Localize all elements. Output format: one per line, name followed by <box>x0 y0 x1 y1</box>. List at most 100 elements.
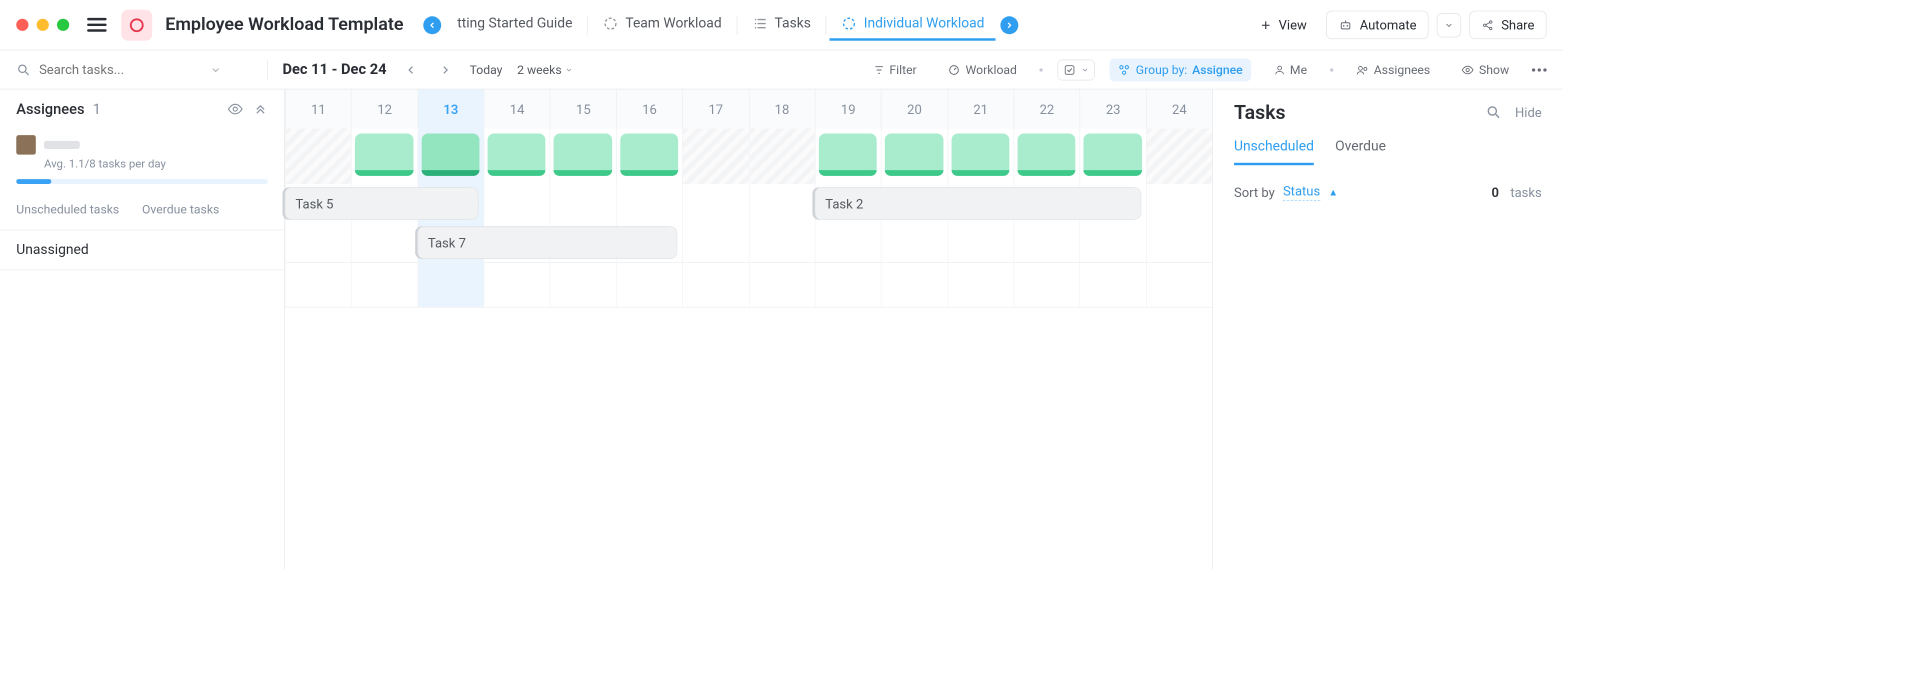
share-label: Share <box>1501 17 1534 32</box>
workload-block[interactable] <box>355 133 413 175</box>
tab-getting-started[interactable]: tting Started Guide <box>446 9 584 41</box>
workload-block[interactable] <box>1084 133 1142 175</box>
share-icon <box>1482 18 1495 31</box>
workload-block[interactable] <box>488 133 546 175</box>
hide-panel-button[interactable]: Hide <box>1515 105 1542 120</box>
show-button[interactable]: Show <box>1453 58 1517 81</box>
day-column[interactable]: 19 <box>815 90 881 129</box>
tab-overdue[interactable]: Overdue <box>1335 138 1386 165</box>
group-by-label: Group by: <box>1136 62 1187 77</box>
me-button[interactable]: Me <box>1265 58 1315 81</box>
view-label: View <box>1279 17 1307 32</box>
workload-label: Workload <box>966 62 1017 77</box>
dot-separator <box>1330 68 1333 71</box>
date-range[interactable]: Dec 11 - Dec 24 <box>282 61 386 78</box>
group-by-chip[interactable]: Group by: Assignee <box>1110 58 1251 81</box>
me-label: Me <box>1290 62 1307 77</box>
automate-label: Automate <box>1360 17 1417 32</box>
workload-button[interactable]: Workload <box>939 58 1025 81</box>
day-column[interactable]: 16 <box>616 90 682 129</box>
day-column[interactable]: 17 <box>682 90 748 129</box>
tab-team-workload[interactable]: Team Workload <box>591 9 733 41</box>
workload-block[interactable] <box>951 133 1009 175</box>
sort-by-label: Sort by <box>1234 184 1275 199</box>
day-column[interactable]: 12 <box>351 90 417 129</box>
workload-block[interactable] <box>421 133 479 175</box>
sort-row: Sort by Status ▲ 0 tasks <box>1234 183 1542 201</box>
search-box[interactable] <box>16 62 252 77</box>
day-column[interactable]: 20 <box>881 90 947 129</box>
sort-asc-icon[interactable]: ▲ <box>1328 186 1338 197</box>
day-column[interactable]: 11 <box>285 90 351 129</box>
sort-by-value[interactable]: Status <box>1283 183 1320 201</box>
minimize-window-icon[interactable] <box>37 19 49 31</box>
chevron-down-icon[interactable] <box>210 64 221 75</box>
space-icon[interactable] <box>121 9 152 40</box>
close-window-icon[interactable] <box>16 19 28 31</box>
more-menu-icon[interactable] <box>1532 68 1547 71</box>
window-controls <box>16 19 69 31</box>
day-column[interactable]: 21 <box>947 90 1013 129</box>
automate-button[interactable]: Automate <box>1326 11 1428 39</box>
assignee-row[interactable]: Avg. 1.1/8 tasks per day <box>0 129 284 189</box>
workload-block[interactable] <box>1017 133 1075 175</box>
group-by-value: Assignee <box>1192 62 1243 77</box>
toolbar: Dec 11 - Dec 24 Today 2 weeks Filter Wor… <box>0 50 1563 89</box>
day-column[interactable]: 22 <box>1013 90 1079 129</box>
panel-title: Tasks <box>1234 101 1286 124</box>
workload-block[interactable] <box>885 133 943 175</box>
tab-tasks[interactable]: Tasks <box>740 9 822 41</box>
assignees-header: Assignees 1 <box>0 90 284 129</box>
tabs-scroll-left-icon[interactable] <box>423 16 441 34</box>
workload-icon <box>841 15 857 31</box>
workload-settings[interactable] <box>1058 59 1095 80</box>
tab-individual-workload[interactable]: Individual Workload <box>830 9 996 41</box>
workload-block[interactable] <box>554 133 612 175</box>
collapse-all-icon[interactable] <box>253 101 268 116</box>
filter-button[interactable]: Filter <box>865 58 925 81</box>
share-button[interactable]: Share <box>1469 11 1546 39</box>
task-label: Task 7 <box>428 235 466 250</box>
day-column[interactable]: 24 <box>1146 90 1212 129</box>
menu-icon[interactable] <box>87 18 107 32</box>
day-column[interactable]: 18 <box>748 90 814 129</box>
tab-label: Team Workload <box>625 15 721 31</box>
timespan-select[interactable]: 2 weeks <box>517 62 573 77</box>
search-icon[interactable] <box>1486 104 1502 120</box>
top-bar: Employee Workload Template tting Started… <box>0 0 1563 50</box>
task-bar[interactable]: Task 7 <box>417 226 677 259</box>
task-bar[interactable]: Task 2 <box>815 187 1141 220</box>
tab-unscheduled[interactable]: Unscheduled <box>1234 138 1314 165</box>
maximize-window-icon[interactable] <box>57 19 69 31</box>
unscheduled-tasks-link[interactable]: Unscheduled tasks <box>16 202 119 217</box>
view-button[interactable]: View <box>1248 11 1318 38</box>
day-column[interactable]: 15 <box>550 90 616 129</box>
main-content: Assignees 1 Avg. 1.1/8 tasks per day Uns… <box>0 90 1563 569</box>
day-column[interactable]: 14 <box>484 90 550 129</box>
task-bar[interactable]: Task 5 <box>285 187 479 220</box>
assignees-button[interactable]: Assignees <box>1348 58 1439 81</box>
filter-icon <box>873 64 884 75</box>
eye-icon <box>1461 63 1474 76</box>
tabs-scroll-right-icon[interactable] <box>1001 16 1019 34</box>
day-column[interactable]: 13 <box>417 90 483 129</box>
eye-icon[interactable] <box>227 101 243 117</box>
task-lane-1: Task 5 Task 2 <box>285 184 1212 223</box>
tab-label: Individual Workload <box>864 15 985 31</box>
day-column[interactable]: 23 <box>1080 90 1146 129</box>
search-input[interactable] <box>39 62 202 77</box>
today-button[interactable]: Today <box>470 62 503 77</box>
prev-range-button[interactable] <box>401 60 421 80</box>
assignees-header-label: Assignees <box>16 101 84 118</box>
unassigned-row[interactable]: Unassigned <box>0 230 284 271</box>
page-title[interactable]: Employee Workload Template <box>165 15 403 35</box>
overdue-tasks-link[interactable]: Overdue tasks <box>142 202 219 217</box>
workload-block[interactable] <box>819 133 877 175</box>
automate-dropdown[interactable] <box>1437 13 1461 37</box>
workload-block[interactable] <box>620 133 678 175</box>
assignee-task-links: Unscheduled tasks Overdue tasks <box>0 189 284 230</box>
people-icon <box>1356 63 1369 76</box>
list-icon <box>752 15 768 31</box>
workload-icon <box>603 15 619 31</box>
next-range-button[interactable] <box>435 60 455 80</box>
